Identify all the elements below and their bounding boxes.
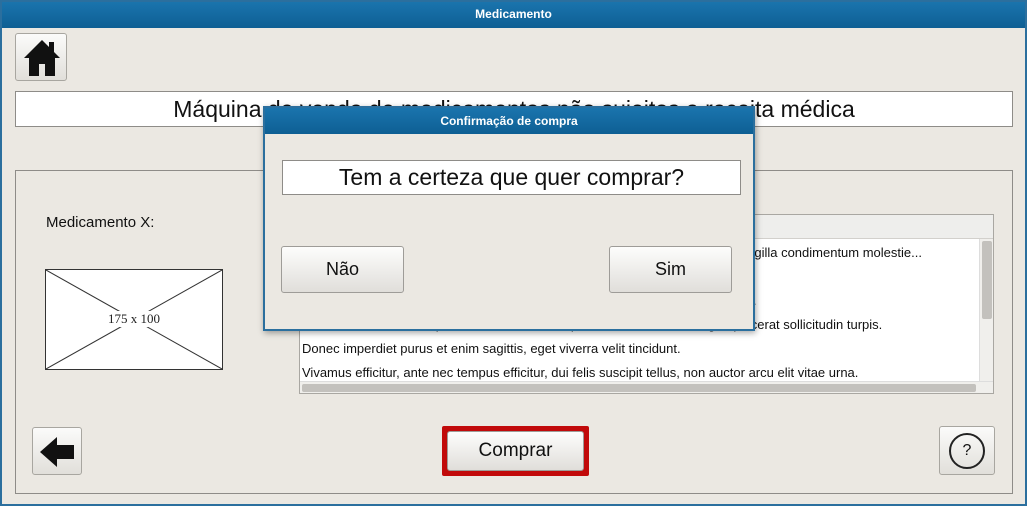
dialog-title: Confirmação de compra <box>265 108 753 134</box>
buy-button-highlight: Comprar <box>442 426 589 476</box>
confirm-dialog: Confirmação de compra Tem a certeza que … <box>263 106 755 331</box>
window-title: Medicamento <box>2 2 1025 28</box>
arrow-left-icon <box>40 437 74 467</box>
description-line: Donec imperdiet purus et enim sagittis, … <box>302 341 681 356</box>
product-image-placeholder: 175 x 100 <box>45 269 223 370</box>
dialog-question: Tem a certeza que quer comprar? <box>282 160 741 195</box>
placeholder-size-text: 175 x 100 <box>99 311 169 327</box>
back-button[interactable] <box>32 427 82 475</box>
help-circle-icon: ? <box>949 433 985 469</box>
help-button[interactable]: ? <box>939 426 995 475</box>
vertical-scroll-thumb[interactable] <box>982 241 992 319</box>
horizontal-scroll-thumb[interactable] <box>302 384 976 392</box>
home-button[interactable] <box>15 33 67 81</box>
home-icon <box>24 40 60 76</box>
vertical-scrollbar[interactable] <box>979 239 993 383</box>
yes-button[interactable]: Sim <box>609 246 732 293</box>
product-label: Medicamento X: <box>46 214 155 231</box>
no-button[interactable]: Não <box>281 246 404 293</box>
horizontal-scrollbar[interactable] <box>300 381 993 393</box>
buy-button[interactable]: Comprar <box>447 431 584 471</box>
